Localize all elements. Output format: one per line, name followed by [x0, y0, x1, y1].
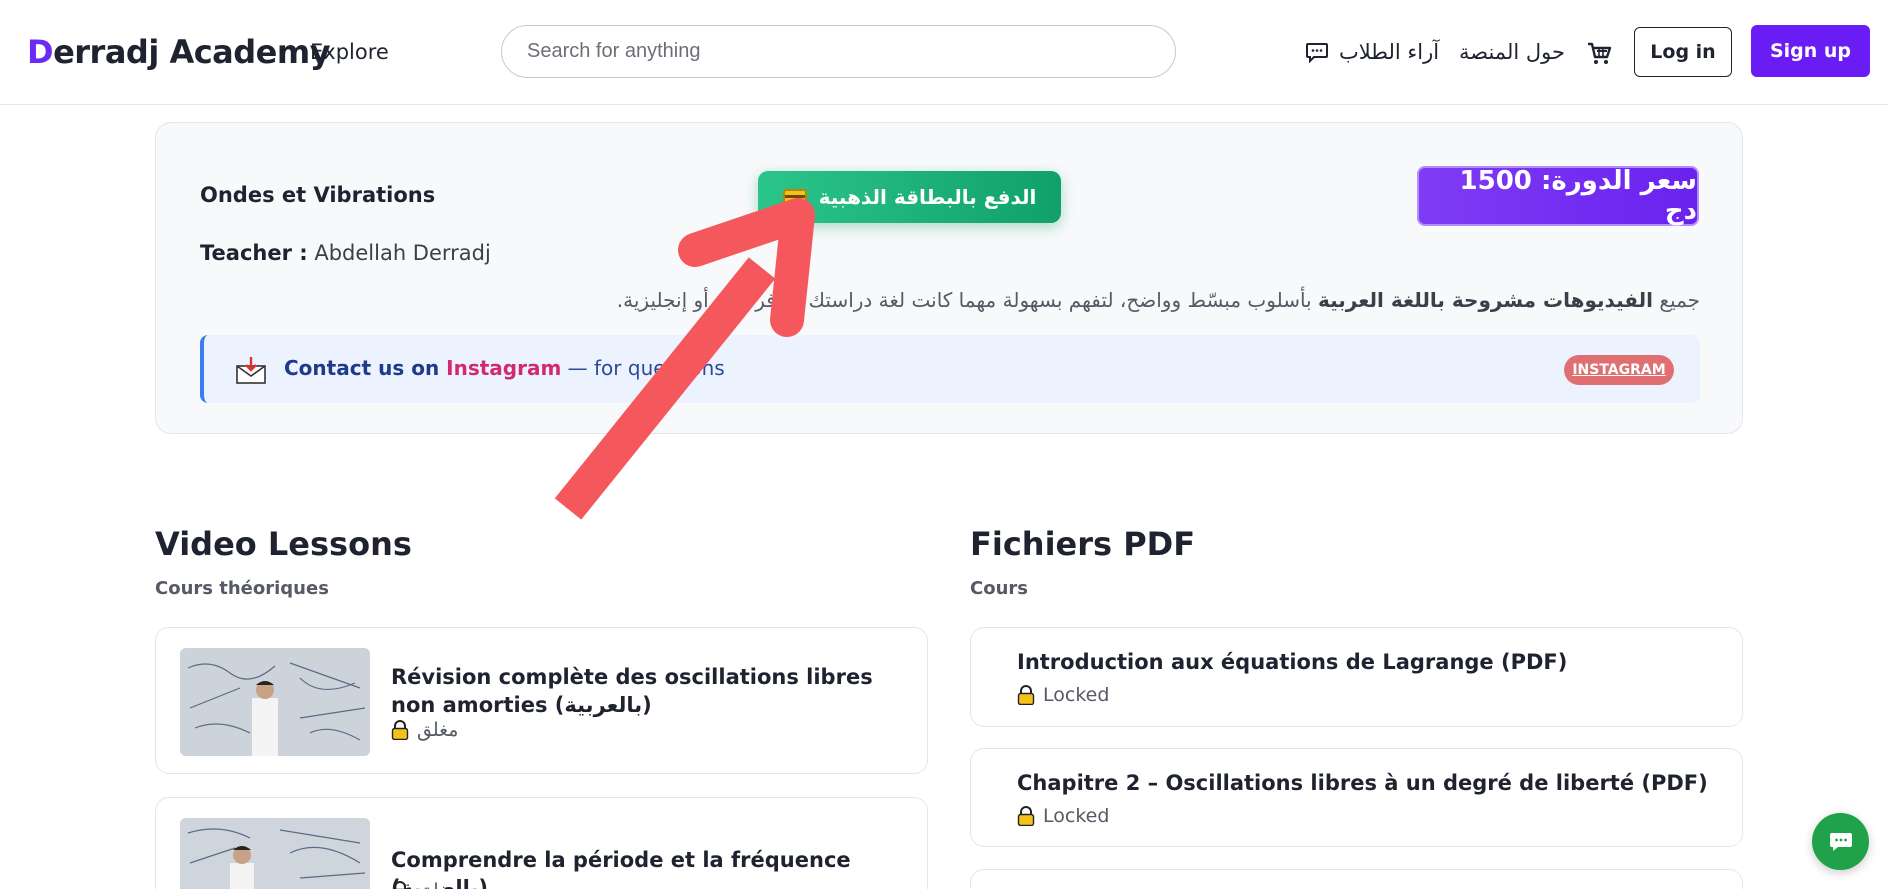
pay-button-label: الدفع بالبطاقة الذهبية [818, 185, 1037, 209]
pdf-file-card[interactable]: Chapitre 2 – Oscillations libres à un de… [970, 748, 1743, 847]
lesson-status-label: مغلق [417, 880, 458, 889]
description-prefix: جميع [1653, 288, 1700, 312]
site-logo[interactable]: Derradj Academy [27, 33, 331, 71]
contact-instagram-word: Instagram [446, 356, 562, 380]
pdf-file-card[interactable]: Introduction aux équations de Lagrange (… [970, 627, 1743, 727]
teacher-label: Teacher : [200, 241, 308, 265]
instagram-link-button[interactable]: INSTAGRAM [1564, 355, 1674, 385]
contact-rest: — for questions [561, 356, 725, 380]
login-button[interactable]: Log in [1634, 27, 1732, 77]
teacher-name: Abdellah Derradj [307, 241, 491, 265]
student-reviews-link[interactable]: آراء الطلاب [1305, 40, 1439, 64]
inbox-tray-icon [236, 357, 266, 384]
chat-widget-button[interactable] [1812, 813, 1869, 870]
pdf-file-status: Locked [1017, 684, 1109, 706]
whiteboard-thumbnail-image [180, 818, 370, 889]
video-lessons-subtitle: Cours théoriques [155, 578, 329, 599]
lesson-card[interactable]: Comprendre la période et la fréquence (ب… [155, 797, 928, 889]
course-price-badge: سعر الدورة: 1500 دج [1417, 166, 1699, 226]
cart-icon[interactable] [1586, 40, 1612, 66]
top-navbar: Derradj Academy Explore آراء الطلاب حول … [0, 0, 1888, 105]
contact-bold: Contact us on [284, 356, 447, 380]
search-input[interactable] [501, 25, 1176, 78]
signup-button[interactable]: Sign up [1751, 25, 1870, 77]
chat-bubble-icon [1306, 43, 1328, 63]
lesson-status: مغلق [391, 719, 458, 741]
pdf-file-card[interactable] [970, 869, 1743, 889]
credit-card-icon [782, 188, 807, 206]
lock-icon [1017, 685, 1035, 705]
lesson-status: مغلق [391, 880, 458, 889]
course-description: جميع الفيديوهات مشروحة باللغة العربية بأ… [617, 288, 1700, 312]
lesson-thumbnail [180, 648, 370, 756]
contact-instagram-banner: Contact us on Instagram — for questions … [200, 335, 1700, 403]
description-bold: الفيديوهات مشروحة باللغة العربية [1317, 288, 1654, 312]
lock-icon [1017, 806, 1035, 826]
student-reviews-label: آراء الطلاب [1339, 40, 1440, 64]
about-platform-link[interactable]: حول المنصة [1459, 40, 1565, 64]
pdf-file-title: Introduction aux équations de Lagrange (… [1017, 650, 1568, 674]
contact-text: Contact us on Instagram — for questions [284, 356, 725, 380]
lock-icon [393, 881, 407, 889]
lock-icon [391, 720, 409, 740]
pdf-file-status-label: Locked [1043, 684, 1110, 706]
lesson-title: Révision complète des oscillations libre… [391, 665, 873, 717]
course-info-card: Ondes et Vibrations Teacher : Abdellah D… [155, 122, 1743, 434]
lesson-status-label: مغلق [417, 719, 459, 741]
pdf-file-status: Locked [1017, 805, 1109, 827]
pdf-files-title: Fichiers PDF [970, 525, 1196, 563]
chat-bubble-icon [1829, 832, 1852, 851]
teacher-line: Teacher : Abdellah Derradj [200, 241, 491, 265]
lesson-title: Comprendre la période et la fréquence (ب… [391, 848, 851, 889]
explore-link[interactable]: Explore [310, 40, 389, 64]
pdf-files-subtitle: Cours [970, 578, 1028, 599]
lesson-card[interactable]: Révision complète des oscillations libre… [155, 627, 928, 774]
pdf-file-title: Chapitre 2 – Oscillations libres à un de… [1017, 771, 1708, 795]
pdf-file-status-label: Locked [1043, 805, 1110, 827]
whiteboard-thumbnail-image [180, 648, 370, 756]
description-rest: بأسلوب مبسّط وواضح، لتفهم بسهولة مهما كا… [616, 288, 1318, 312]
logo-initial: D [27, 33, 54, 71]
video-lessons-title: Video Lessons [155, 525, 412, 563]
lesson-thumbnail [180, 818, 370, 889]
course-title: Ondes et Vibrations [200, 183, 436, 207]
pay-gold-card-button[interactable]: الدفع بالبطاقة الذهبية [758, 171, 1061, 223]
logo-text: erradj Academy [53, 33, 331, 71]
